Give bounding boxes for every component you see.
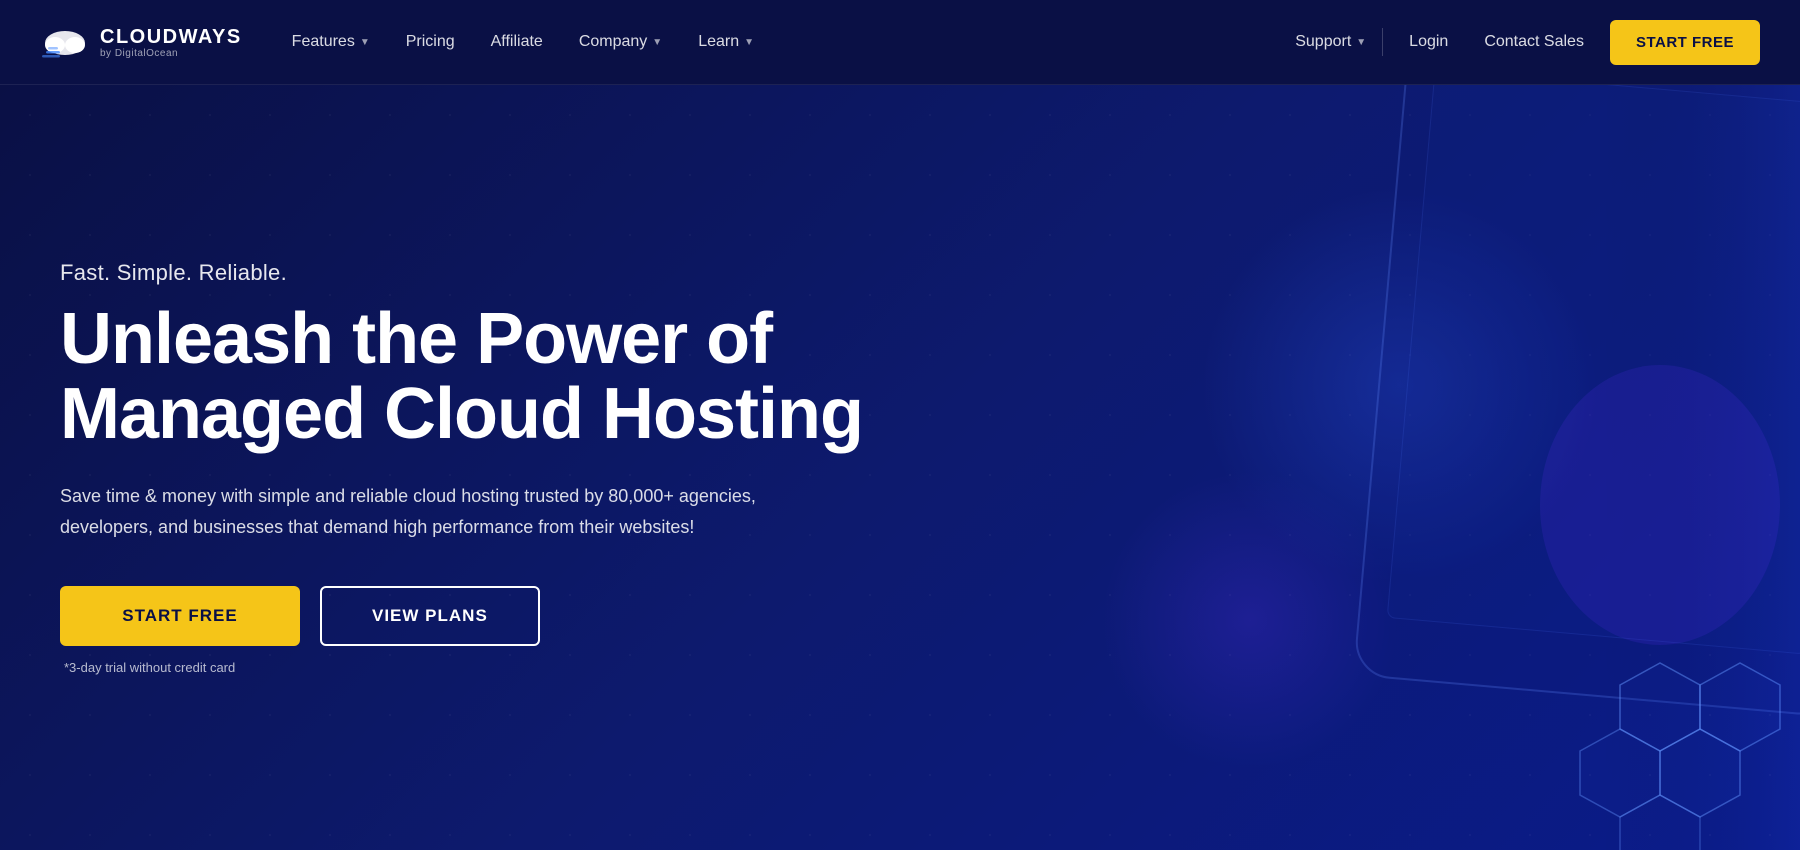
hero-tagline: Fast. Simple. Reliable. (60, 260, 863, 286)
nav-link-learn[interactable]: Learn ▼ (684, 25, 768, 59)
nav-login[interactable]: Login (1399, 25, 1458, 59)
hero-content: Fast. Simple. Reliable. Unleash the Powe… (0, 260, 863, 675)
nav-link-affiliate[interactable]: Affiliate (477, 25, 557, 59)
hero-view-plans-button[interactable]: VIEW PLANS (320, 586, 540, 646)
nav-item-pricing[interactable]: Pricing (392, 25, 469, 59)
hero-trial-note: *3-day trial without credit card (64, 660, 863, 675)
nav-item-affiliate[interactable]: Affiliate (477, 25, 557, 59)
hero-description: Save time & money with simple and reliab… (60, 481, 810, 542)
cloudways-logo-icon (40, 23, 90, 61)
chevron-down-icon: ▼ (652, 37, 662, 48)
chevron-down-icon: ▼ (360, 37, 370, 48)
nav-links: Features ▼ Pricing Affiliate Company ▼ (278, 25, 768, 59)
nav-right: Support ▼ Login Contact Sales START FREE (1295, 20, 1760, 65)
hero-section: Fast. Simple. Reliable. Unleash the Powe… (0, 85, 1800, 850)
logo[interactable]: CLOUDWAYS by DigitalOcean (40, 23, 242, 61)
nav-link-features[interactable]: Features ▼ (278, 25, 384, 59)
nav-support[interactable]: Support ▼ (1295, 33, 1366, 51)
hero-decorative-svg (900, 85, 1800, 850)
hero-heading: Unleash the Power of Managed Cloud Hosti… (60, 302, 863, 453)
chevron-down-icon: ▼ (744, 37, 754, 48)
logo-text: CLOUDWAYS by DigitalOcean (100, 26, 242, 59)
hero-buttons: START FREE VIEW PLANS (60, 586, 863, 646)
nav-contact-sales[interactable]: Contact Sales (1474, 25, 1594, 59)
nav-start-free-button[interactable]: START FREE (1610, 20, 1760, 65)
nav-item-learn[interactable]: Learn ▼ (684, 25, 768, 59)
nav-link-company[interactable]: Company ▼ (565, 25, 676, 59)
brand-sub: by DigitalOcean (100, 48, 242, 59)
nav-divider (1382, 28, 1383, 56)
brand-name: CLOUDWAYS (100, 26, 242, 48)
hero-heading-line1: Unleash the Power of (60, 299, 772, 379)
chevron-down-icon: ▼ (1356, 37, 1366, 48)
nav-item-company[interactable]: Company ▼ (565, 25, 676, 59)
nav-left: CLOUDWAYS by DigitalOcean Features ▼ Pri… (40, 23, 768, 61)
nav-item-features[interactable]: Features ▼ (278, 25, 384, 59)
hero-heading-line2: Managed Cloud Hosting (60, 374, 863, 454)
navbar: CLOUDWAYS by DigitalOcean Features ▼ Pri… (0, 0, 1800, 85)
hero-graphic (900, 85, 1800, 850)
hero-start-free-button[interactable]: START FREE (60, 586, 300, 646)
nav-link-pricing[interactable]: Pricing (392, 25, 469, 59)
